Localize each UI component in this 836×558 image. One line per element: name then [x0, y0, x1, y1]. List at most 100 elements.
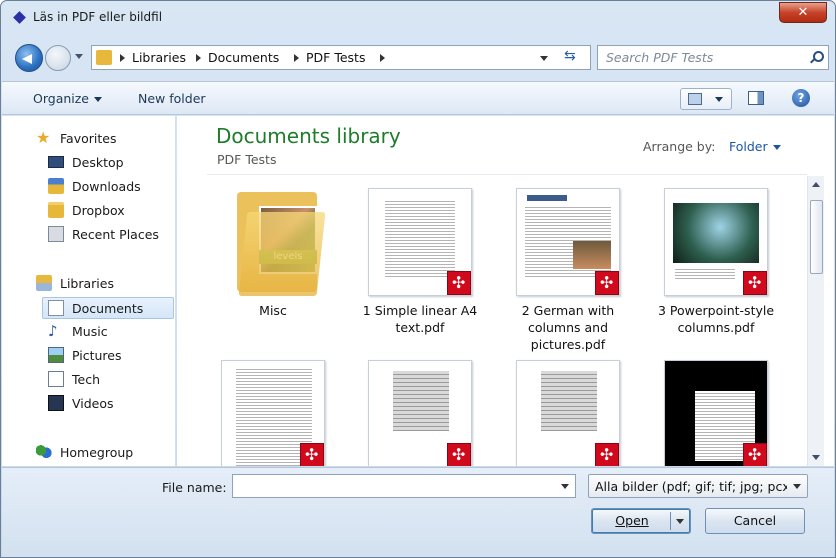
sidebar-item-label: Documents	[72, 301, 144, 316]
chevron-right-icon[interactable]	[380, 54, 385, 62]
file-name-input[interactable]	[233, 475, 543, 497]
refresh-icon[interactable]: ⇆	[564, 48, 576, 64]
pdf-thumbnail	[368, 360, 472, 466]
breadcrumb-libraries[interactable]: Libraries	[132, 50, 186, 65]
open-button[interactable]: Open	[591, 508, 691, 534]
favorites-label: Favorites	[60, 131, 117, 146]
file-item-pdf[interactable]	[208, 360, 338, 466]
recent-locations-dropdown[interactable]	[75, 54, 83, 59]
cancel-button[interactable]: Cancel	[705, 508, 805, 534]
new-folder-button[interactable]: New folder	[138, 91, 206, 106]
sidebar-item-documents[interactable]: Documents	[42, 297, 174, 319]
documents-icon	[48, 300, 64, 316]
file-item-misc[interactable]: levels Misc	[208, 188, 338, 319]
preview-pane-icon[interactable]	[748, 91, 764, 105]
pdf-icon	[595, 443, 619, 466]
file-item-pdf[interactable]: 1 Simple linear A4 text.pdf	[355, 188, 485, 336]
folder-icon: levels	[221, 188, 325, 296]
chevron-right-icon[interactable]	[120, 54, 125, 62]
file-name-dropdown[interactable]	[561, 484, 569, 489]
music-icon: ♪	[48, 322, 58, 340]
sidebar-item-pictures[interactable]: Pictures	[48, 345, 168, 367]
help-icon[interactable]: ?	[792, 89, 810, 107]
file-item-pdf[interactable]: 3 Powerpoint-style columns.pdf	[651, 188, 781, 336]
view-icon	[688, 93, 702, 105]
arrange-by-dropdown[interactable]: Folder	[729, 139, 781, 154]
chevron-down-icon[interactable]	[715, 97, 723, 102]
title-bar[interactable]: Läs in PDF eller bildfil ✕	[1, 1, 835, 35]
file-item-pdf[interactable]	[503, 360, 633, 466]
forward-button[interactable]	[45, 45, 71, 71]
pdf-thumbnail	[221, 360, 325, 466]
back-button[interactable]	[15, 44, 43, 72]
sidebar-item-label: Desktop	[72, 155, 124, 170]
pdf-thumbnail	[516, 188, 620, 296]
content-scrollbar[interactable]	[807, 176, 824, 466]
library-subtitle: PDF Tests	[217, 152, 277, 167]
file-name: 3 Powerpoint-style columns.pdf	[657, 303, 775, 335]
file-item-pdf[interactable]	[651, 360, 781, 466]
sidebar-item-tech[interactable]: Tech	[48, 369, 168, 391]
sidebar-item-label: Videos	[72, 396, 114, 411]
libraries-icon	[36, 275, 52, 291]
file-type-select[interactable]: Alla bilder (pdf; gif; tif; jpg; pcx; pn…	[588, 474, 808, 498]
toolbar: Organize New folder ?	[2, 81, 834, 115]
chevron-right-icon[interactable]	[294, 54, 299, 62]
chevron-down-icon	[94, 97, 102, 102]
file-name-field[interactable]	[232, 474, 576, 498]
homegroup-icon	[36, 444, 52, 460]
sidebar-item-downloads[interactable]: Downloads	[48, 176, 168, 198]
sidebar-item-label: Music	[72, 324, 108, 339]
sidebar-item-label: Recent Places	[72, 227, 159, 242]
file-item-pdf[interactable]: 2 German with columns and pictures.pdf	[503, 188, 633, 353]
arrange-by-label: Arrange by:	[643, 139, 716, 154]
sidebar-item-label: Pictures	[72, 348, 122, 363]
navigation-pane: ★ Favorites Desktop Downloads Dropbox Re…	[2, 116, 176, 466]
sidebar-item-videos[interactable]: Videos	[48, 393, 168, 415]
search-placeholder: Search PDF Tests	[606, 50, 714, 65]
change-view-button[interactable]	[680, 88, 732, 110]
sidebar-item-dropbox[interactable]: Dropbox	[48, 200, 168, 222]
pictures-icon	[48, 347, 64, 363]
sidebar-item-homegroup[interactable]: Homegroup	[36, 442, 166, 464]
search-icon[interactable]	[810, 51, 824, 63]
app-icon	[13, 11, 26, 24]
scroll-up-arrow[interactable]	[812, 182, 820, 187]
folder-icon	[96, 50, 112, 65]
file-item-pdf[interactable]	[355, 360, 485, 466]
pdf-icon	[447, 443, 471, 466]
tech-library-icon	[48, 371, 64, 387]
navigation-bar: Libraries Documents PDF Tests ⇆ Search P…	[7, 41, 829, 75]
address-bar[interactable]: Libraries Documents PDF Tests ⇆	[91, 45, 591, 70]
dialog-footer: File name: Alla bilder (pdf; gif; tif; j…	[2, 467, 834, 557]
libraries-header[interactable]: Libraries	[36, 273, 166, 295]
breadcrumb-pdf-tests[interactable]: PDF Tests	[306, 50, 365, 65]
folder-icon	[48, 202, 64, 218]
downloads-folder-icon	[48, 178, 64, 194]
sidebar-item-music[interactable]: ♪ Music	[48, 321, 168, 343]
address-history-dropdown[interactable]	[540, 56, 548, 61]
file-name: 1 Simple linear A4 text.pdf	[362, 303, 478, 335]
pdf-thumbnail	[664, 188, 768, 296]
organize-menu[interactable]: Organize	[33, 91, 102, 106]
sidebar-item-label: Homegroup	[60, 445, 134, 460]
libraries-label: Libraries	[60, 276, 114, 291]
file-name: Misc	[259, 303, 287, 318]
file-name: 2 German with columns and pictures.pdf	[521, 303, 615, 352]
sidebar-item-desktop[interactable]: Desktop	[48, 152, 168, 174]
open-options-dropdown[interactable]	[676, 519, 684, 524]
chevron-right-icon[interactable]	[196, 54, 201, 62]
desktop-icon	[48, 156, 64, 168]
scroll-thumb[interactable]	[810, 200, 823, 274]
organize-label: Organize	[33, 91, 89, 106]
breadcrumb-documents[interactable]: Documents	[208, 50, 279, 65]
favorites-header[interactable]: ★ Favorites	[36, 128, 166, 150]
scroll-down-arrow[interactable]	[812, 455, 820, 460]
file-open-dialog: Läs in PDF eller bildfil ✕ Libraries Doc…	[0, 0, 836, 558]
chevron-down-icon[interactable]	[793, 484, 801, 489]
search-input[interactable]: Search PDF Tests	[597, 45, 829, 70]
sidebar-item-recent-places[interactable]: Recent Places	[48, 224, 170, 246]
sidebar-item-label: Dropbox	[72, 203, 125, 218]
star-icon: ★	[36, 128, 51, 147]
close-button[interactable]: ✕	[779, 2, 827, 23]
